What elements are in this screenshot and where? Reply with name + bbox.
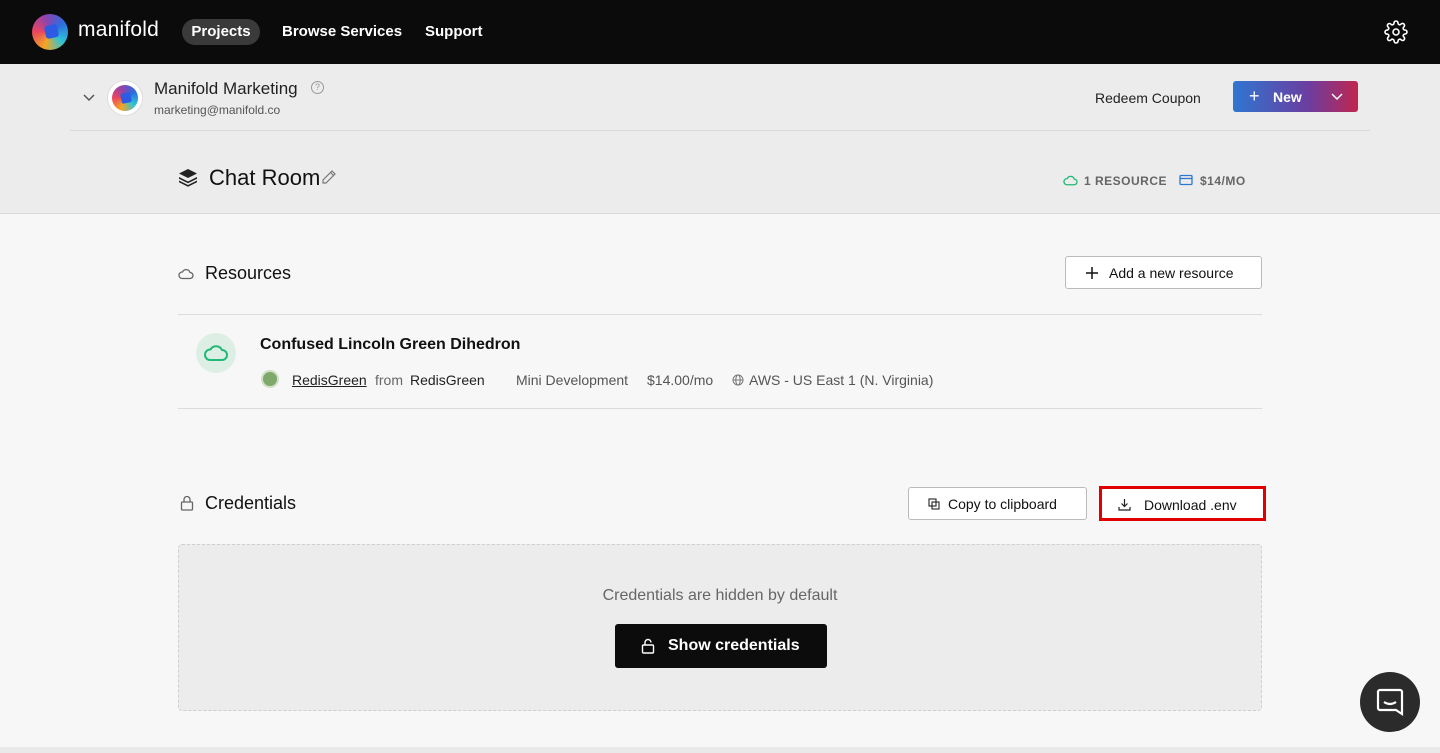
credit-card-icon — [1179, 174, 1193, 186]
add-resource-label: Add a new resource — [1109, 265, 1234, 281]
resource-count: 1 RESOURCE — [1084, 174, 1168, 188]
plus-icon — [1086, 267, 1098, 279]
credentials-hidden-message: Credentials are hidden by default — [602, 587, 838, 604]
from-text: from — [375, 372, 403, 388]
region: AWS - US East 1 (N. Virginia) — [749, 372, 934, 388]
manifold-logo[interactable] — [32, 14, 68, 50]
copy-icon — [928, 498, 940, 510]
vendor-name: RedisGreen — [410, 372, 485, 388]
plan-price: $14.00/mo — [647, 372, 714, 388]
resource-name-link[interactable]: Confused Lincoln Green Dihedron — [260, 336, 520, 354]
chevron-down-icon[interactable] — [1331, 90, 1343, 102]
plan-name: Mini Development — [516, 372, 629, 388]
layers-icon — [179, 169, 197, 187]
team-avatar[interactable] — [108, 81, 142, 115]
cloud-icon — [1063, 175, 1078, 186]
bottom-strip — [0, 747, 1440, 753]
brand-name[interactable]: manifold — [78, 18, 159, 42]
lock-icon — [641, 638, 655, 654]
copy-to-clipboard-button[interactable]: Copy to clipboard — [908, 487, 1087, 520]
copy-label: Copy to clipboard — [948, 496, 1057, 512]
monthly-cost: $14/MO — [1200, 174, 1246, 188]
divider — [178, 408, 1262, 409]
chat-icon — [1376, 688, 1404, 717]
chevron-down-icon[interactable] — [82, 90, 96, 104]
pencil-icon[interactable] — [321, 169, 337, 185]
credentials-panel: Credentials are hidden by default Show c… — [178, 544, 1262, 711]
divider — [178, 314, 1262, 315]
redeem-coupon-button[interactable]: Redeem Coupon — [1095, 90, 1201, 106]
plus-icon: + — [1249, 86, 1260, 106]
help-icon[interactable]: ? — [311, 81, 324, 94]
nav-browse-services[interactable]: Browse Services — [282, 19, 402, 45]
resources-heading: Resources — [205, 263, 292, 283]
show-credentials-button[interactable]: Show credentials — [615, 624, 827, 668]
team-name[interactable]: Manifold Marketing — [154, 79, 298, 99]
gear-icon[interactable] — [1384, 20, 1408, 44]
lock-icon — [180, 495, 194, 511]
project-title: Chat Room — [209, 165, 321, 190]
show-credentials-label: Show credentials — [668, 637, 800, 654]
nav-support[interactable]: Support — [425, 19, 483, 45]
chat-launcher-button[interactable] — [1360, 672, 1420, 732]
team-email: marketing@manifold.co — [154, 103, 281, 117]
highlight-box — [1099, 486, 1266, 521]
header-divider — [70, 130, 1370, 131]
nav-projects[interactable]: Projects — [182, 19, 260, 45]
cloud-icon — [178, 268, 194, 280]
add-resource-button[interactable]: Add a new resource — [1065, 256, 1262, 289]
credentials-heading: Credentials — [205, 493, 297, 513]
new-button[interactable]: + New — [1233, 81, 1358, 112]
resource-cloud-icon — [196, 333, 236, 373]
product-link[interactable]: RedisGreen — [292, 372, 367, 388]
provider-logo — [261, 370, 279, 388]
globe-icon — [732, 374, 744, 386]
new-button-label: New — [1273, 89, 1302, 105]
top-navbar: manifold Projects Browse Services Suppor… — [0, 0, 1440, 64]
